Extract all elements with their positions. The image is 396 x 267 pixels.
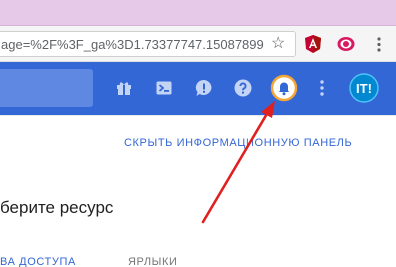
console-search-box[interactable] <box>0 69 93 107</box>
angular-devtools-icon[interactable] <box>304 35 322 53</box>
browser-tab-strip <box>0 0 396 26</box>
cloud-shell-icon[interactable] <box>156 80 172 96</box>
tab-access-rights[interactable]: ВА ДОСТУПА <box>0 256 76 267</box>
avatar[interactable]: IT! <box>349 73 379 103</box>
content-divider <box>0 115 396 116</box>
address-bar[interactable]: age=%2F%3F_ga%3D1.73377747.15087899 ☆ <box>0 31 296 57</box>
address-url[interactable]: age=%2F%3F_ga%3D1.73377747.15087899 <box>1 37 264 52</box>
gift-icon[interactable] <box>116 80 132 96</box>
avatar-text: IT! <box>356 81 372 96</box>
resource-title: берите ресурс <box>0 198 114 217</box>
tab-labels[interactable]: ЯРЛЫКИ <box>128 256 178 267</box>
help-icon[interactable] <box>234 79 252 97</box>
hide-info-panel-link[interactable]: СКРЫТЬ ИНФОРМАЦИОННУЮ ПАНЕЛЬ <box>124 137 352 149</box>
more-vert-icon[interactable] <box>320 80 324 96</box>
eye-extension-icon[interactable] <box>337 36 355 52</box>
feedback-icon[interactable] <box>195 79 213 97</box>
browser-menu-icon[interactable] <box>377 37 381 52</box>
star-icon[interactable]: ☆ <box>271 36 285 52</box>
notifications-bell-icon[interactable] <box>270 74 298 102</box>
console-screenshot: age=%2F%3F_ga%3D1.73377747.15087899 ☆ IT… <box>0 0 396 267</box>
